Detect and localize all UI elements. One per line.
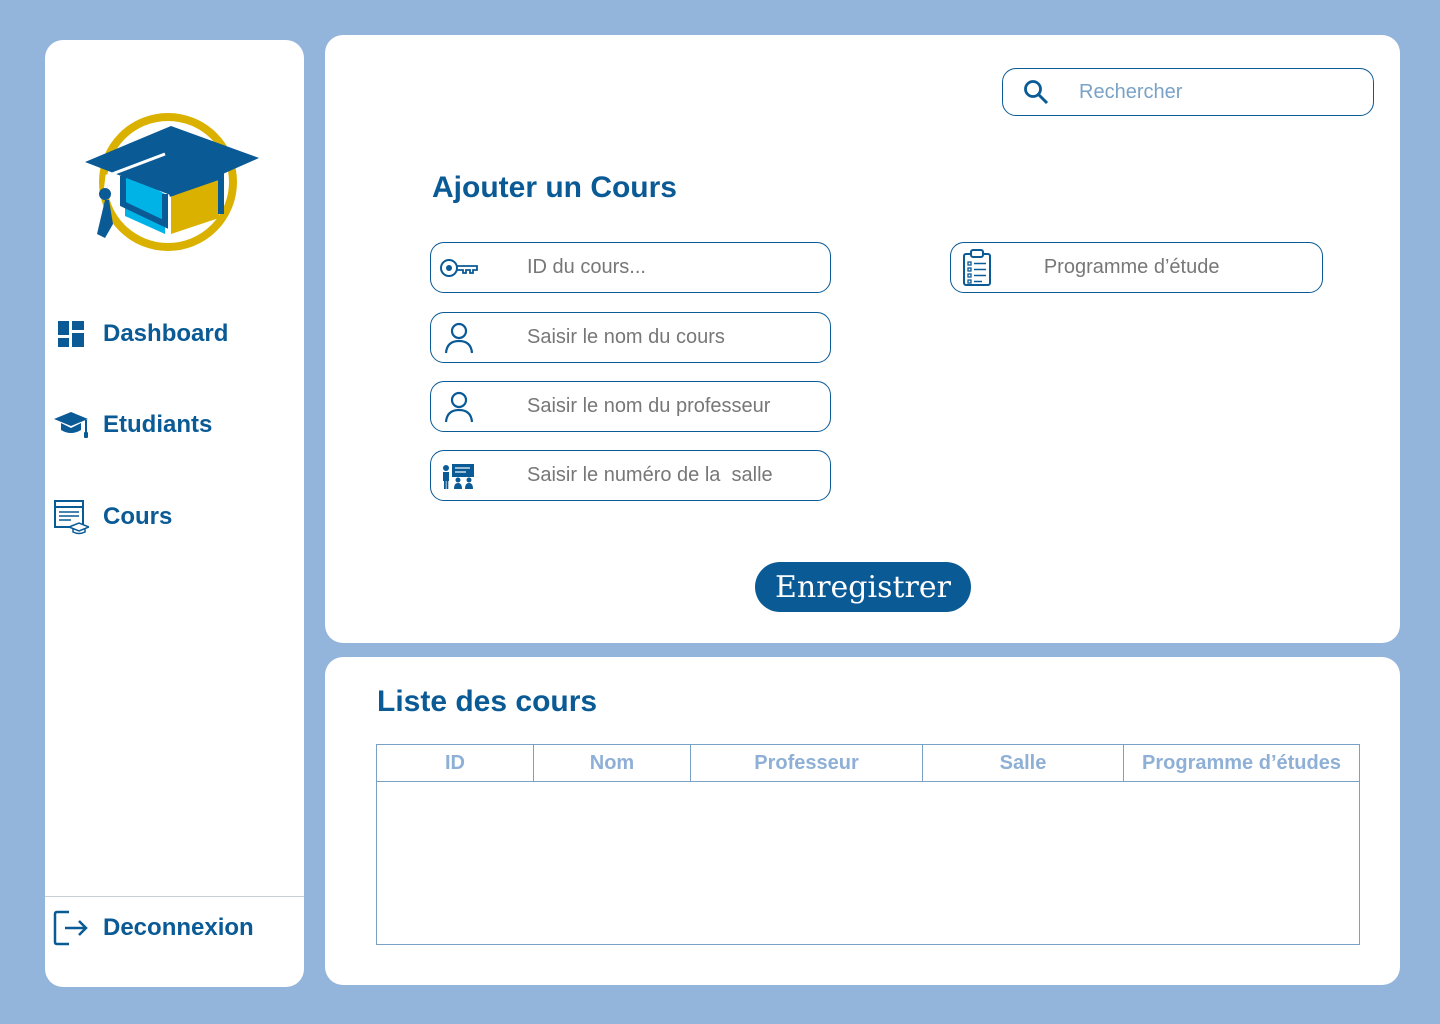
course-name-field[interactable] <box>430 312 831 363</box>
course-name-input[interactable] <box>525 325 829 350</box>
course-document-icon <box>53 499 89 535</box>
professor-name-field[interactable] <box>430 381 831 432</box>
sidebar-item-dashboard[interactable]: Dashboard <box>53 314 228 354</box>
graduation-cap-icon <box>53 407 89 443</box>
sidebar-divider <box>45 896 304 897</box>
column-header-id[interactable]: ID <box>377 745 534 782</box>
key-icon <box>439 248 479 288</box>
room-number-input[interactable] <box>525 463 829 488</box>
sidebar-item-label: Cours <box>103 503 173 530</box>
study-program-field[interactable] <box>950 242 1323 293</box>
course-id-field[interactable] <box>430 242 831 293</box>
sidebar: Dashboard Etudiants Cours Deconnexion <box>45 40 304 987</box>
clipboard-list-icon <box>959 248 996 288</box>
user-icon <box>439 318 479 358</box>
search-icon <box>1021 77 1051 107</box>
course-list-panel: Liste des cours ID Nom Professeur Salle … <box>325 657 1400 985</box>
column-header-programme[interactable]: Programme d’études <box>1123 745 1359 782</box>
add-course-panel: Ajouter un Cours <box>325 35 1400 643</box>
form-title: Ajouter un Cours <box>432 171 677 204</box>
column-header-salle[interactable]: Salle <box>922 745 1124 782</box>
user-icon <box>439 387 479 427</box>
search-input[interactable] <box>1077 79 1351 105</box>
room-number-field[interactable] <box>430 450 831 501</box>
sidebar-item-cours[interactable]: Cours <box>53 497 172 537</box>
logout-button[interactable]: Deconnexion <box>53 908 254 948</box>
column-header-professeur[interactable]: Professeur <box>690 745 923 782</box>
professor-name-input[interactable] <box>525 394 829 419</box>
logout-label: Deconnexion <box>103 914 254 941</box>
list-title: Liste des cours <box>377 685 598 718</box>
graduation-cap-logo <box>85 113 259 251</box>
dashboard-icon <box>53 316 89 352</box>
save-button[interactable]: Enregistrer <box>755 562 971 612</box>
table-header-row: ID Nom Professeur Salle Programme d’étud… <box>377 745 1359 782</box>
sidebar-item-etudiants[interactable]: Etudiants <box>53 405 212 445</box>
column-header-nom[interactable]: Nom <box>533 745 691 782</box>
sidebar-item-label: Etudiants <box>103 411 213 438</box>
logout-icon <box>53 910 89 946</box>
course-id-input[interactable] <box>525 255 829 280</box>
sidebar-item-label: Dashboard <box>103 320 229 347</box>
classroom-icon <box>439 456 479 496</box>
search-bar[interactable] <box>1002 68 1374 116</box>
course-table: ID Nom Professeur Salle Programme d’étud… <box>376 744 1360 945</box>
study-program-input[interactable] <box>1041 255 1322 280</box>
